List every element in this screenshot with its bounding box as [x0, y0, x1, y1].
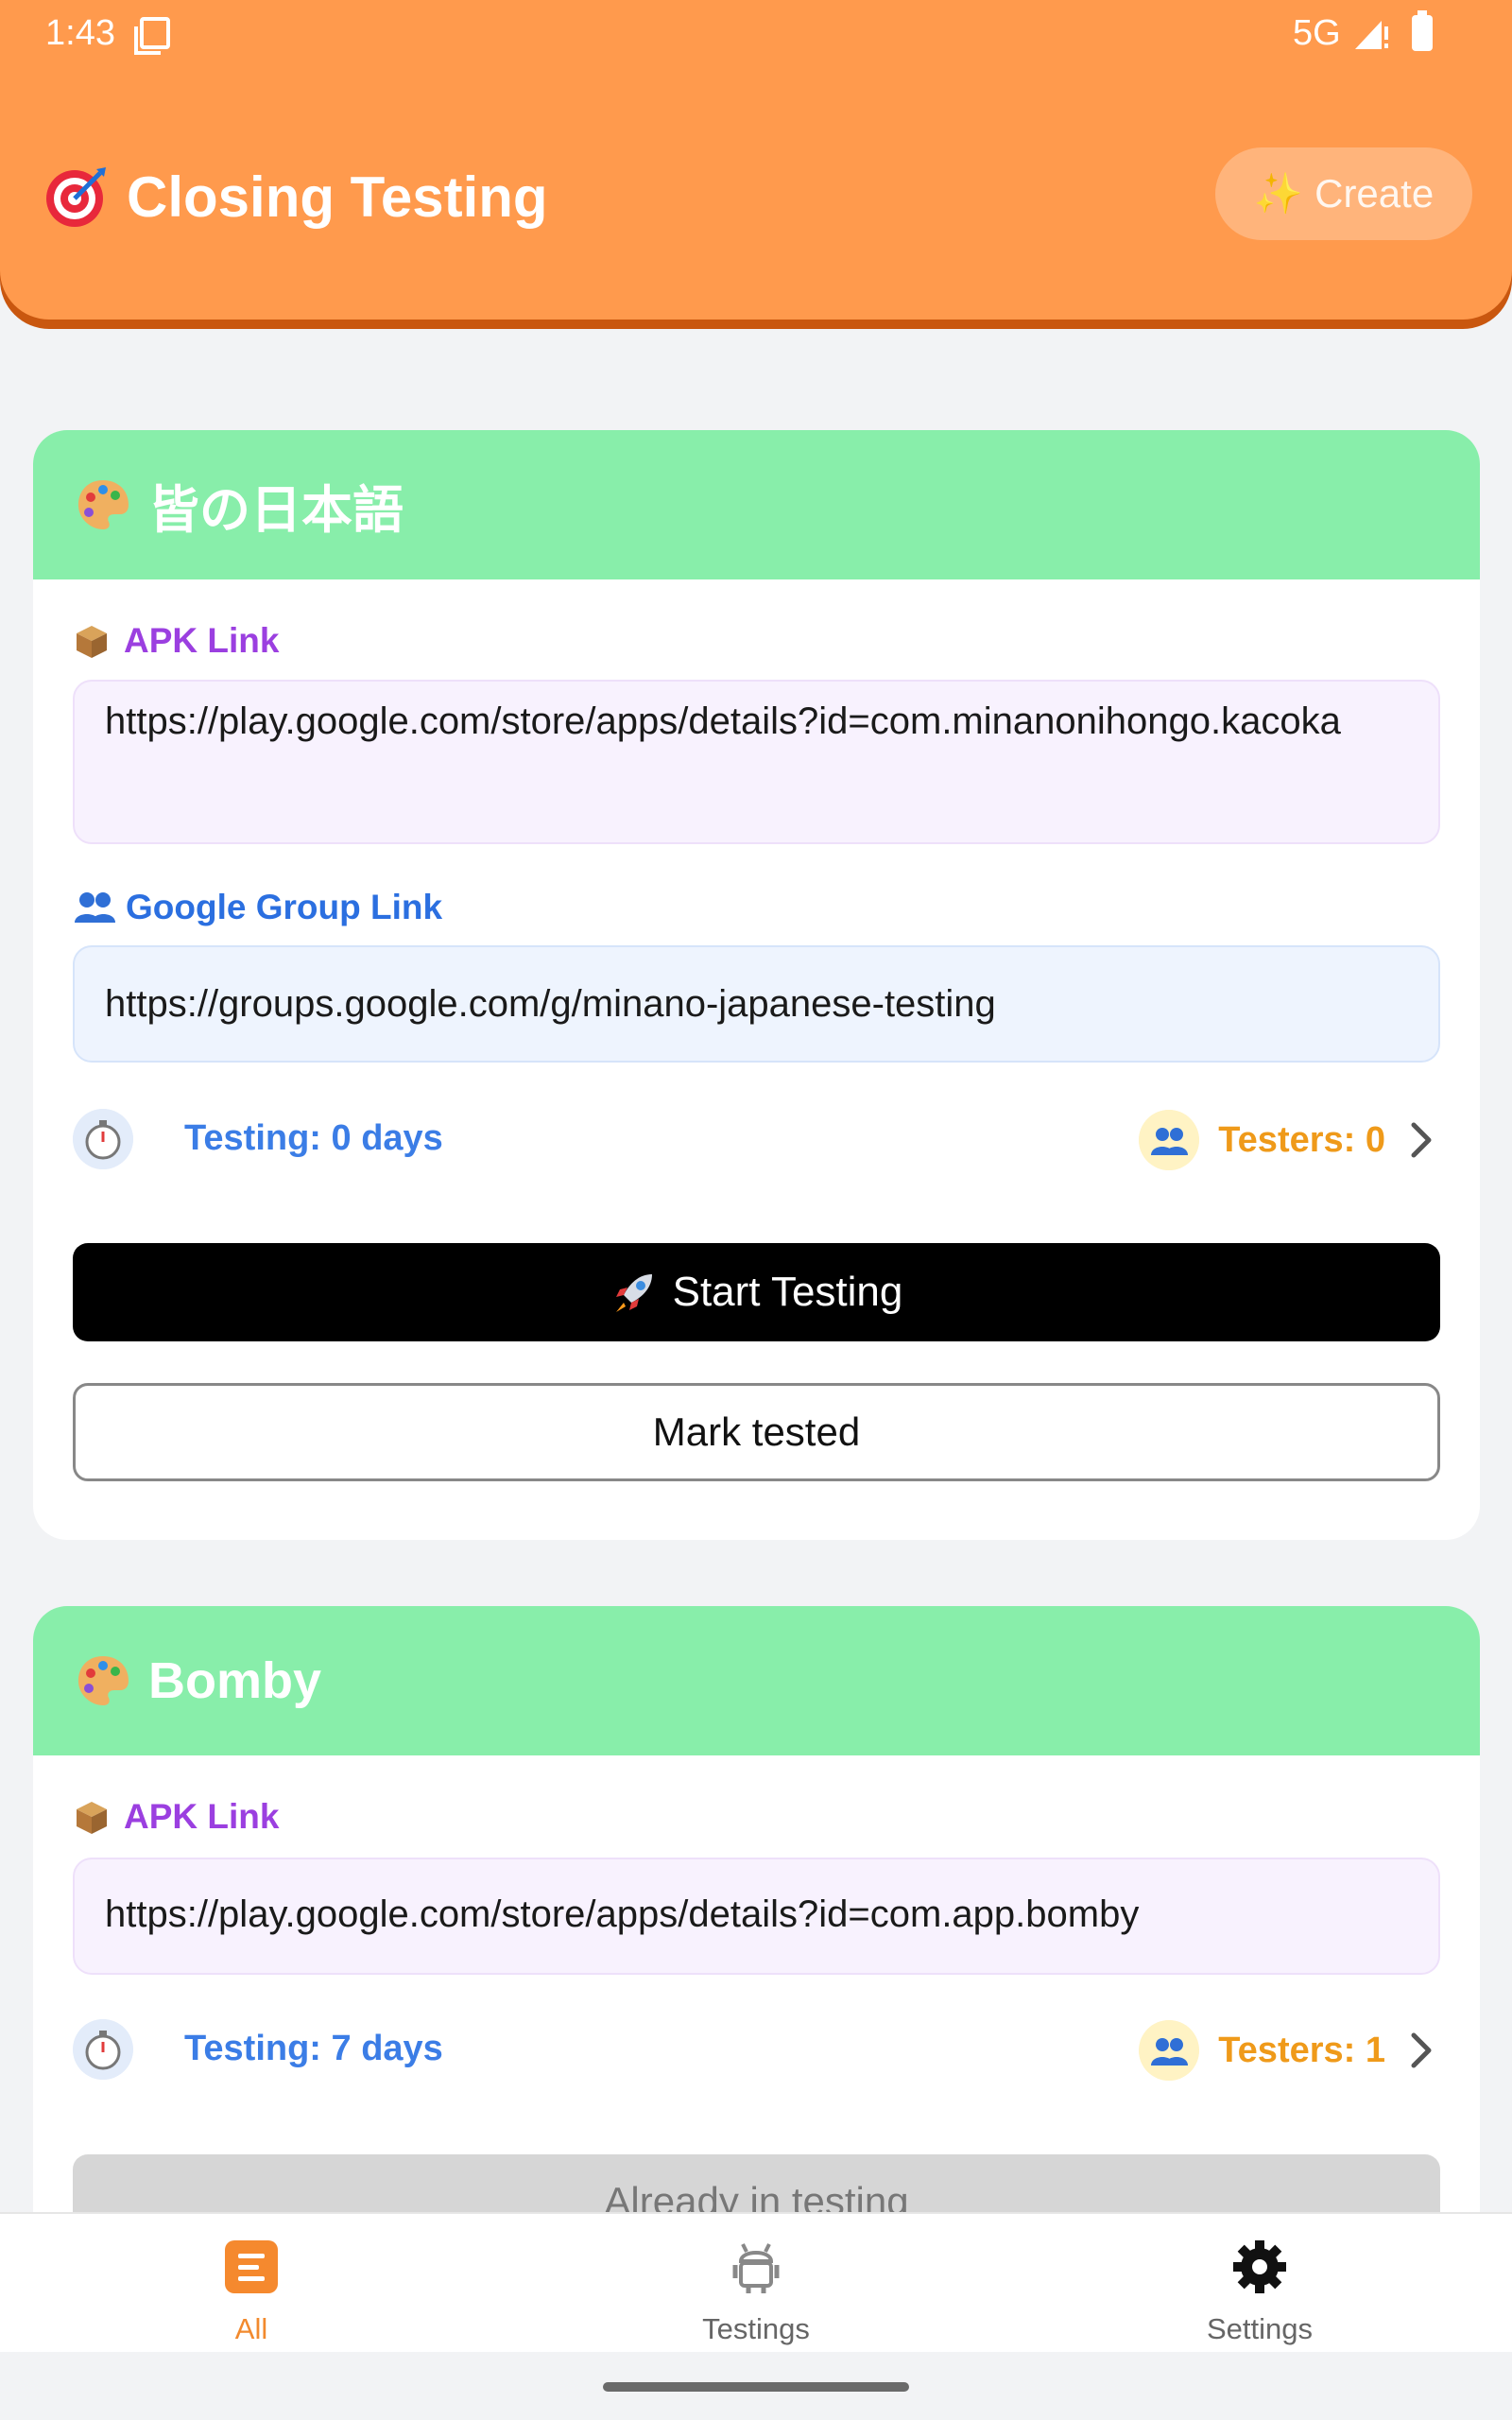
home-gesture-bar[interactable] [603, 2382, 909, 2392]
stats-row: Testing: 0 days Testers: 0 [73, 1109, 1440, 1171]
app-card: 皆の日本語 APK Link https://play.google.com/s… [33, 430, 1480, 1540]
stats-row: Testing: 7 days Testers: 1 [73, 2019, 1440, 2082]
group-url-text: https://groups.google.com/g/minano-japan… [105, 983, 996, 1025]
stopwatch-icon [73, 1109, 133, 1169]
start-testing-label: Start Testing [672, 1269, 903, 1315]
card-header: 皆の日本語 [33, 430, 1480, 579]
bottom-navigation: All Testings Settings [0, 2212, 1512, 2352]
apk-link-label-text: APK Link [124, 1797, 280, 1836]
nav-item-testings[interactable]: Testings [614, 2214, 898, 2354]
rocket-icon [615, 1274, 652, 1312]
group-url-field[interactable]: https://groups.google.com/g/minano-japan… [73, 945, 1440, 1063]
package-icon [77, 626, 107, 658]
nav-label-settings: Settings [1206, 2312, 1313, 2345]
apk-link-label-text: APK Link [124, 621, 280, 660]
testers-count: Testers: 0 [1218, 1119, 1385, 1160]
testers-icon [1139, 2020, 1200, 2081]
target-icon [46, 167, 106, 227]
testing-days: 7 days [331, 2029, 443, 2068]
nav-item-all[interactable]: All [110, 2214, 393, 2354]
mark-tested-label: Mark tested [652, 1409, 861, 1454]
create-button[interactable]: ✨ Create [1215, 147, 1472, 240]
people-icon [75, 892, 115, 923]
gear-icon [1233, 2240, 1286, 2293]
card-header: Bomby [33, 1606, 1480, 1755]
apk-link-label: APK Link [73, 1797, 279, 1837]
testing-prefix: Testing: [184, 1118, 321, 1158]
testing-days: 0 days [331, 1118, 443, 1158]
create-button-label: Create [1314, 171, 1435, 216]
signal-icon [1355, 21, 1388, 49]
list-icon [225, 2240, 278, 2293]
package-icon [77, 1802, 107, 1834]
screenshot-icon [134, 17, 170, 55]
nav-item-settings[interactable]: Settings [1118, 2214, 1401, 2354]
battery-icon [1412, 10, 1433, 51]
testers-link[interactable]: Testers: 0 [1139, 1109, 1440, 1171]
palette-icon [77, 1656, 129, 1705]
testing-duration: Testing: 7 days [184, 2029, 443, 2069]
nav-label-all: All [234, 2312, 268, 2345]
status-time: 1:43 [45, 13, 115, 53]
testers-icon [1139, 1110, 1200, 1170]
mark-tested-button[interactable]: Mark tested [73, 1383, 1440, 1481]
nav-label-testings: Testings [702, 2312, 810, 2345]
group-link-label: Google Group Link [73, 888, 442, 927]
android-icon [732, 2243, 780, 2293]
app-header: 1:43 5G Closing Testing ✨ Create [0, 0, 1512, 320]
palette-icon [77, 480, 129, 529]
status-bar: 1:43 5G [0, 0, 1512, 68]
apk-url-text: https://play.google.com/store/apps/detai… [105, 1893, 1140, 1935]
group-link-label-text: Google Group Link [126, 888, 443, 926]
testing-duration: Testing: 0 days [184, 1118, 443, 1159]
apk-url-field[interactable]: https://play.google.com/store/apps/detai… [73, 680, 1440, 844]
start-testing-button[interactable]: Start Testing [73, 1243, 1440, 1341]
page-title: Closing Testing [127, 164, 548, 229]
network-type: 5G [1293, 13, 1341, 53]
testers-link[interactable]: Testers: 1 [1139, 2019, 1440, 2082]
app-name: Bomby [148, 1652, 322, 1709]
title-row: Closing Testing [43, 159, 548, 234]
stopwatch-icon [73, 2019, 133, 2080]
apk-url-field[interactable]: https://play.google.com/store/apps/detai… [73, 1858, 1440, 1975]
sparkles-icon: ✨ [1253, 170, 1304, 216]
chevron-right-icon [1411, 2032, 1432, 2068]
apk-link-label: APK Link [73, 621, 279, 661]
testers-count: Testers: 1 [1218, 2030, 1385, 2070]
chevron-right-icon [1411, 1122, 1432, 1158]
testing-prefix: Testing: [184, 2029, 321, 2068]
apk-url-text: https://play.google.com/store/apps/detai… [105, 700, 1341, 742]
app-name: 皆の日本語 [148, 481, 404, 539]
